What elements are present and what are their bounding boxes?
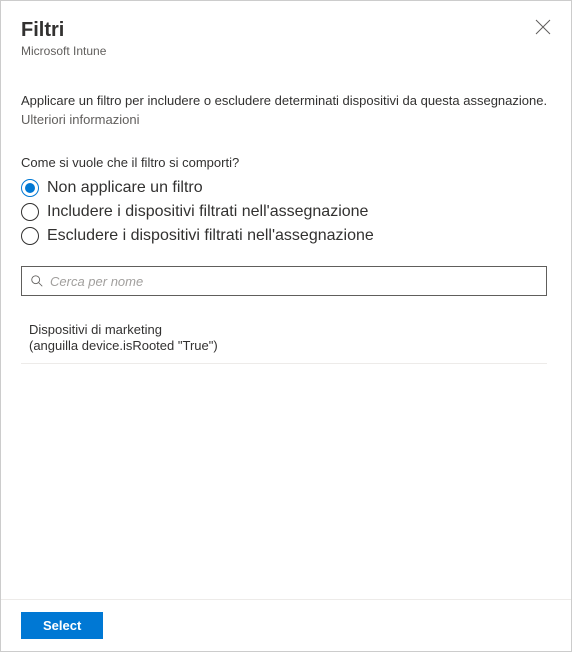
radio-icon [21,203,39,221]
list-item[interactable]: Dispositivi di marketing (anguilla devic… [21,308,547,364]
panel-content: Applicare un filtro per includere o escl… [1,62,571,595]
select-button[interactable]: Select [21,612,103,639]
radio-label: Escludere i dispositivi filtrati nell'as… [47,227,374,245]
panel-footer: Select [1,599,571,651]
radio-label: Non applicare un filtro [47,179,203,197]
item-subtitle: (anguilla device.isRooted "True") [29,338,539,353]
close-icon[interactable] [535,19,551,35]
search-icon [30,274,44,288]
radio-exclude[interactable]: Escludere i dispositivi filtrati nell'as… [21,224,547,248]
scroll-area: Come si vuole che il filtro si comporti?… [21,155,551,595]
search-input[interactable] [50,274,538,289]
item-title: Dispositivi di marketing [29,322,539,337]
page-subtitle: Microsoft Intune [21,44,551,58]
page-title: Filtri [21,19,551,42]
learn-more-link[interactable]: Ulteriori informazioni [21,112,551,127]
radio-include[interactable]: Includere i dispositivi filtrati nell'as… [21,200,547,224]
behavior-question: Come si vuole che il filtro si comporti? [21,155,547,170]
radio-icon [21,179,39,197]
radio-no-filter[interactable]: Non applicare un filtro [21,176,547,200]
search-box[interactable] [21,266,547,296]
description-text: Applicare un filtro per includere o escl… [21,92,551,110]
radio-label: Includere i dispositivi filtrati nell'as… [47,203,368,221]
filter-mode-radio-group: Non applicare un filtro Includere i disp… [21,176,547,248]
panel-header: Filtri Microsoft Intune [1,1,571,62]
radio-icon [21,227,39,245]
